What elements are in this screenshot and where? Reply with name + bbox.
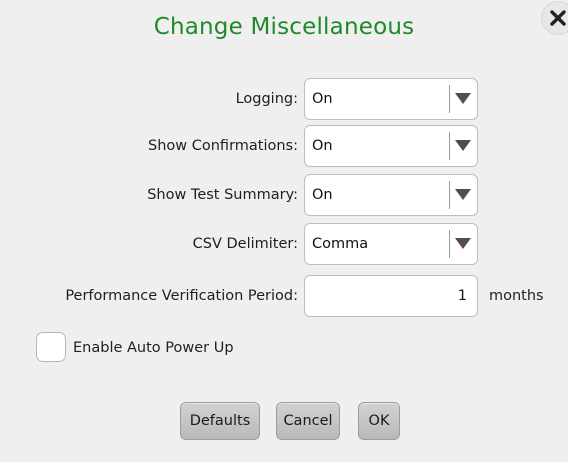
csv-delimiter-value: Comma [312,236,369,252]
dropdown-arrow-icon [455,238,471,249]
show-confirmations-dropdown[interactable]: On [304,125,478,167]
dropdown-arrow-icon [455,140,471,151]
show-confirmations-value: On [312,138,333,154]
perf-verification-row: Performance Verification Period: 1 month… [0,275,568,317]
show-test-summary-dropdown[interactable]: On [304,174,478,216]
close-button[interactable] [542,2,568,34]
perf-verification-unit: months [489,288,544,304]
dropdown-separator [449,132,450,160]
close-icon [550,10,566,26]
auto-power-up-label: Enable Auto Power Up [73,340,234,356]
show-test-summary-row: Show Test Summary: On [0,174,568,216]
logging-label: Logging: [235,91,298,107]
dropdown-arrow-icon [455,93,471,104]
logging-value: On [312,91,333,107]
dropdown-separator [449,230,450,258]
dropdown-arrow-icon [455,189,471,200]
show-confirmations-row: Show Confirmations: On [0,125,568,167]
ok-button[interactable]: OK [358,402,400,440]
show-test-summary-label: Show Test Summary: [147,187,298,203]
logging-dropdown[interactable]: On [304,78,478,120]
csv-delimiter-label: CSV Delimiter: [192,236,298,252]
auto-power-up-checkbox[interactable] [36,332,66,362]
defaults-button[interactable]: Defaults [180,402,260,440]
perf-verification-input[interactable]: 1 [304,275,478,317]
cancel-button[interactable]: Cancel [276,402,340,440]
show-confirmations-label: Show Confirmations: [148,138,298,154]
show-test-summary-value: On [312,187,333,203]
perf-verification-label: Performance Verification Period: [65,288,298,304]
logging-row: Logging: On [0,78,568,120]
dropdown-separator [449,181,450,209]
csv-delimiter-dropdown[interactable]: Comma [304,223,478,265]
dialog-title: Change Miscellaneous [153,14,415,40]
dropdown-separator [449,85,450,113]
csv-delimiter-row: CSV Delimiter: Comma [0,223,568,265]
change-miscellaneous-dialog: Change Miscellaneous Logging: On Show Co… [0,0,568,462]
